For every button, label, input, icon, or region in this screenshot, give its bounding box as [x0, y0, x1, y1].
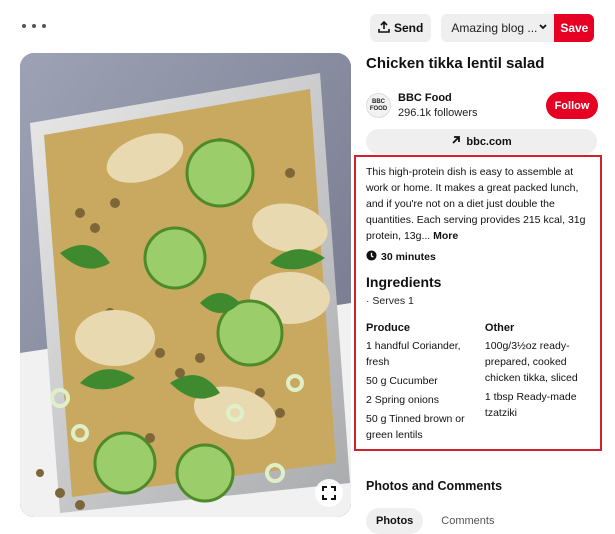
- save-button[interactable]: Save: [554, 14, 595, 42]
- tab-photos[interactable]: Photos: [366, 508, 424, 534]
- share-icon: [378, 20, 390, 36]
- pin-title: Chicken tikka lentil salad: [366, 55, 545, 72]
- external-link-arrow-icon: [451, 135, 461, 148]
- more-options-icon[interactable]: [22, 16, 46, 36]
- duration: 30 minutes: [366, 250, 590, 264]
- avatar-text-top: BBC: [372, 98, 385, 105]
- author-name[interactable]: BBC Food: [398, 92, 452, 104]
- expand-image-icon[interactable]: [315, 479, 343, 507]
- source-link-button[interactable]: bbc.com: [366, 129, 597, 154]
- chevron-down-icon: [538, 21, 548, 35]
- ingredient-item: 1 tbsp Ready-made tzatziki: [484, 391, 577, 419]
- recipe-description: This high-protein dish is easy to assemb…: [366, 164, 590, 244]
- tab-comments[interactable]: Comments: [431, 508, 504, 534]
- send-label: Send: [394, 21, 424, 35]
- ingredients-heading: Ingredients: [366, 274, 442, 290]
- salad-photo: [20, 53, 351, 517]
- produce-heading: Produce: [366, 322, 411, 334]
- follower-count: 296.1k followers: [398, 107, 478, 119]
- ingredient-item: 50 g Cucumber: [366, 375, 438, 387]
- photos-comments-heading: Photos and Comments: [366, 479, 503, 493]
- pin-image[interactable]: [20, 53, 351, 517]
- ingredient-item: 2 Spring onions: [366, 394, 439, 406]
- follow-button[interactable]: Follow: [546, 92, 598, 119]
- source-link-label: bbc.com: [466, 135, 512, 148]
- more-link[interactable]: More: [433, 230, 458, 242]
- board-select[interactable]: Amazing blog ...: [441, 14, 555, 42]
- pin-toolbar: Send Amazing blog ... Save: [370, 14, 597, 42]
- avatar-text-bottom: FOOD: [369, 105, 388, 112]
- other-column: Other 100g/3½oz ready-prepared, cooked c…: [485, 322, 590, 446]
- ingredient-item: 1 handful Coriander, fresh: [366, 340, 461, 368]
- ingredients-columns: Produce 1 handful Coriander, fresh 50 g …: [366, 322, 590, 446]
- send-button[interactable]: Send: [370, 14, 432, 42]
- description-text: This high-protein dish is easy to assemb…: [366, 166, 586, 242]
- other-heading: Other: [484, 322, 515, 334]
- servings: · Serves 1: [366, 295, 414, 307]
- ingredient-item: 50 g Tinned brown or green lentils: [366, 413, 465, 441]
- duration-text: 30 minutes: [381, 251, 436, 263]
- avatar[interactable]: BBC FOOD: [366, 93, 391, 118]
- produce-column: Produce 1 handful Coriander, fresh 50 g …: [366, 322, 477, 446]
- board-select-value: Amazing blog ...: [451, 21, 538, 35]
- comments-tabs: Photos Comments: [366, 508, 504, 534]
- author-row: BBC FOOD BBC Food 296.1k followers Follo…: [366, 90, 598, 122]
- recipe-details: This high-protein dish is easy to assemb…: [354, 155, 602, 451]
- clock-icon: [366, 250, 377, 264]
- ingredient-item: 100g/3½oz ready-prepared, cooked chicken…: [484, 340, 578, 384]
